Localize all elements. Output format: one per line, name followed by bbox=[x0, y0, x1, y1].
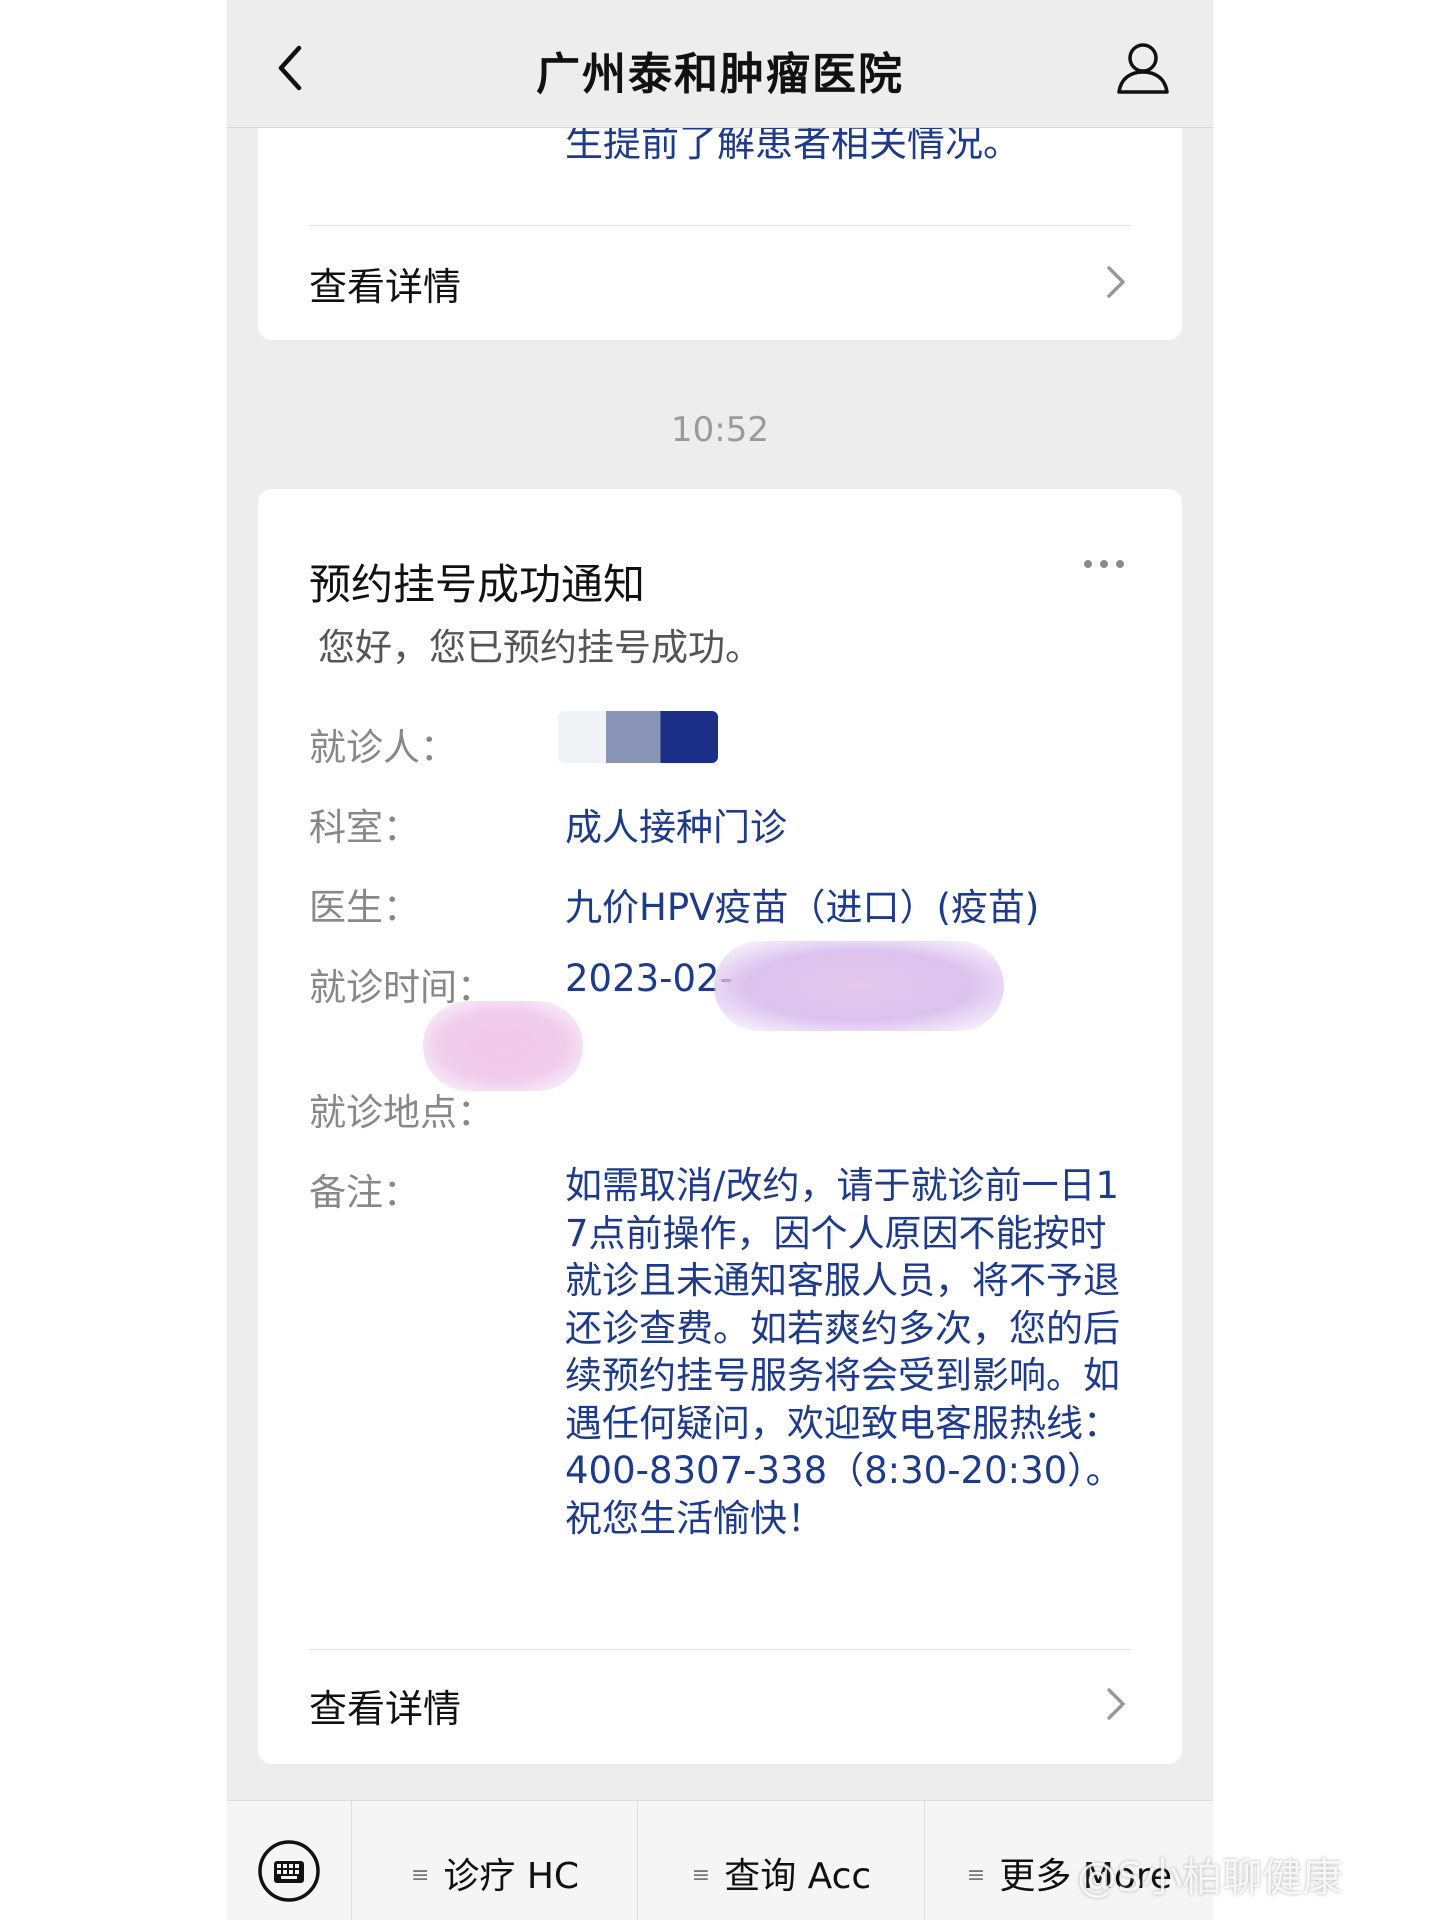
chevron-right-icon bbox=[1107, 1688, 1125, 1720]
doctor-value: 九价HPV疫苗（进口）(疫苗) bbox=[565, 886, 1040, 929]
department-value: 成人接种门诊 bbox=[565, 806, 787, 849]
profile-button[interactable] bbox=[1113, 38, 1173, 98]
menu-item-clinic[interactable]: ≡ 诊疗 HC bbox=[351, 1801, 638, 1920]
redacted-time-blur-secondary bbox=[423, 1001, 583, 1091]
view-details-label: 查看详情 bbox=[309, 1687, 462, 1731]
remark-value: 如需取消/改约，请于就诊前一日17点前操作，因个人原因不能按时就诊且未通知客服人… bbox=[565, 1164, 1123, 1540]
menu-item-label: 诊疗 HC bbox=[443, 1856, 580, 1897]
department-label: 科室： bbox=[309, 806, 420, 849]
menu-list-icon: ≡ bbox=[410, 1863, 430, 1888]
menu-item-label: 查询 Acc bbox=[724, 1856, 872, 1897]
appointment-notice-card: 预约挂号成功通知 您好，您已预约挂号成功。 就诊人： 科室： 成人接种门诊 医生… bbox=[258, 489, 1182, 1764]
visit-location-label: 就诊地点： bbox=[309, 1091, 494, 1134]
service-menu-bar: ≡ 诊疗 HC ≡ 查询 Acc ≡ 更多 More bbox=[227, 1800, 1213, 1920]
menu-item-query[interactable]: ≡ 查询 Acc bbox=[637, 1801, 925, 1920]
visit-time-value: 2023-02- bbox=[565, 957, 733, 1000]
menu-list-icon: ≡ bbox=[691, 1863, 711, 1888]
page-title: 广州泰和肿瘤医院 bbox=[536, 49, 904, 100]
message-timestamp: 10:52 bbox=[671, 410, 769, 450]
redacted-time-blur bbox=[714, 941, 1004, 1031]
user-icon bbox=[1117, 43, 1169, 94]
nav-bar: 广州泰和肿瘤医院 bbox=[227, 0, 1213, 128]
view-details-link[interactable]: 查看详情 bbox=[309, 1664, 1131, 1744]
keyboard-toggle-button[interactable] bbox=[257, 1839, 321, 1903]
more-options-icon[interactable] bbox=[1084, 553, 1132, 573]
view-details-label: 查看详情 bbox=[309, 265, 462, 309]
notice-title: 预约挂号成功通知 bbox=[309, 560, 646, 609]
phone-screen: 广州泰和肿瘤医院 生提前了解患者相关情况。 查看详情 10:52 预约挂号成功通… bbox=[227, 0, 1213, 1920]
chevron-right-icon bbox=[1107, 266, 1125, 298]
card-divider bbox=[309, 225, 1131, 226]
card-divider bbox=[309, 1649, 1131, 1650]
watermark: @S小柏聊健康 bbox=[1077, 1855, 1343, 1901]
doctor-label: 医生： bbox=[309, 886, 420, 929]
menu-list-icon: ≡ bbox=[966, 1863, 986, 1888]
remark-label: 备注： bbox=[309, 1171, 420, 1214]
notice-subtitle: 您好，您已预约挂号成功。 bbox=[318, 626, 762, 669]
view-details-link[interactable]: 查看详情 bbox=[309, 242, 1131, 322]
redacted-patient-name bbox=[558, 711, 718, 763]
keyboard-icon bbox=[258, 1840, 320, 1902]
patient-label: 就诊人： bbox=[309, 726, 457, 769]
